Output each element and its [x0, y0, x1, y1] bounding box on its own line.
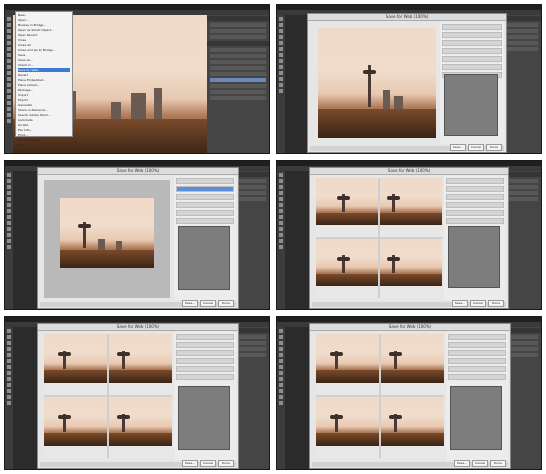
menu-item[interactable]: Close All	[18, 43, 70, 47]
panels-dock	[207, 15, 269, 153]
menu-item[interactable]: Save	[18, 53, 70, 57]
menu-item[interactable]: Package...	[18, 88, 70, 92]
tools-panel[interactable]	[5, 15, 13, 153]
menu-item[interactable]: Export	[18, 98, 70, 102]
menu-item[interactable]: Print...	[18, 133, 70, 137]
menu-item[interactable]: File Info...	[18, 128, 70, 132]
file-menu[interactable]: New... Open... Browse in Bridge... Open as …	[15, 11, 73, 147]
menu-item[interactable]: Browse in Bridge...	[18, 23, 70, 27]
preview-image	[60, 198, 154, 268]
dialog-title: Save for Web (100%)	[38, 168, 238, 175]
done-button[interactable]: Done	[218, 460, 234, 467]
menu-item[interactable]: Open as Smart Object...	[18, 28, 70, 32]
menu-item[interactable]: Import	[18, 93, 70, 97]
dialog-title: Save for Web (100%)	[38, 324, 238, 331]
save-for-web-dialog: Save for Web (100%) Save... Cancel Done	[309, 167, 509, 309]
save-button[interactable]: Save...	[450, 144, 466, 151]
four-up-view[interactable]	[316, 334, 444, 458]
save-for-web-dialog: Save for Web (100%) Save... Cancel Done	[307, 13, 507, 153]
menu-item[interactable]: Save for Web...	[18, 68, 70, 72]
panel-4: Save for Web (100%) Save... Cancel Done	[276, 160, 542, 310]
save-for-web-dialog: Save for Web (100%) Save... Cancel Done	[309, 323, 511, 469]
color-table	[450, 386, 502, 450]
save-for-web-dialog: Save for Web (100%) Save... Cancel Done	[37, 167, 239, 309]
menu-item[interactable]: Automate	[18, 118, 70, 122]
color-table	[178, 386, 230, 450]
panel-6: Save for Web (100%) Save... Cancel Done	[276, 316, 542, 470]
done-button[interactable]: Done	[488, 300, 504, 307]
done-button[interactable]: Done	[490, 460, 506, 467]
menu-item[interactable]: Check In...	[18, 63, 70, 67]
cancel-button[interactable]: Cancel	[472, 460, 488, 467]
dialog-title: Save for Web (100%)	[310, 324, 510, 331]
panel-2: Save for Web (100%) Save... Cancel Done	[276, 4, 542, 154]
menu-item[interactable]: Place Embedded...	[18, 78, 70, 82]
done-button[interactable]: Done	[218, 300, 234, 307]
menu-item[interactable]: Close	[18, 38, 70, 42]
menu-item[interactable]: Share on Behance...	[18, 108, 70, 112]
panel-1: New... Open... Browse in Bridge... Open as …	[4, 4, 270, 154]
menu-item[interactable]: Print One Copy	[18, 138, 70, 142]
menu-item[interactable]: Generate	[18, 103, 70, 107]
save-for-web-dialog: Save for Web (100%) Save... Cancel Done	[37, 323, 239, 469]
menu-item[interactable]: Close and Go to Bridge...	[18, 48, 70, 52]
four-up-view[interactable]	[44, 334, 172, 458]
menu-item[interactable]: Open...	[18, 18, 70, 22]
cancel-button[interactable]: Cancel	[468, 144, 484, 151]
dialog-title: Save for Web (100%)	[308, 14, 506, 21]
cancel-button[interactable]: Cancel	[470, 300, 486, 307]
menu-item[interactable]: Exit	[18, 143, 70, 147]
cancel-button[interactable]: Cancel	[200, 300, 216, 307]
menu-item[interactable]: Scripts	[18, 123, 70, 127]
menu-item[interactable]: Save As...	[18, 58, 70, 62]
menu-item[interactable]: Revert	[18, 73, 70, 77]
color-table	[444, 74, 498, 136]
dialog-title: Save for Web (100%)	[310, 168, 508, 175]
color-table	[448, 226, 500, 288]
preview-image	[318, 28, 436, 138]
done-button[interactable]: Done	[486, 144, 502, 151]
menu-item[interactable]: Search Adobe Stock...	[18, 113, 70, 117]
four-up-view[interactable]	[316, 178, 442, 298]
cancel-button[interactable]: Cancel	[200, 460, 216, 467]
save-button[interactable]: Save...	[182, 460, 198, 467]
panel-5: Save for Web (100%) Save... Cancel Done	[4, 316, 270, 470]
menu-item[interactable]: New...	[18, 13, 70, 17]
save-button[interactable]: Save...	[452, 300, 468, 307]
color-table	[178, 226, 230, 290]
menu-item[interactable]: Open Recent	[18, 33, 70, 37]
save-button[interactable]: Save...	[454, 460, 470, 467]
menu-item[interactable]: Place Linked...	[18, 83, 70, 87]
save-button[interactable]: Save...	[182, 300, 198, 307]
panel-3: Save for Web (100%) Save... Cancel Done	[4, 160, 270, 310]
